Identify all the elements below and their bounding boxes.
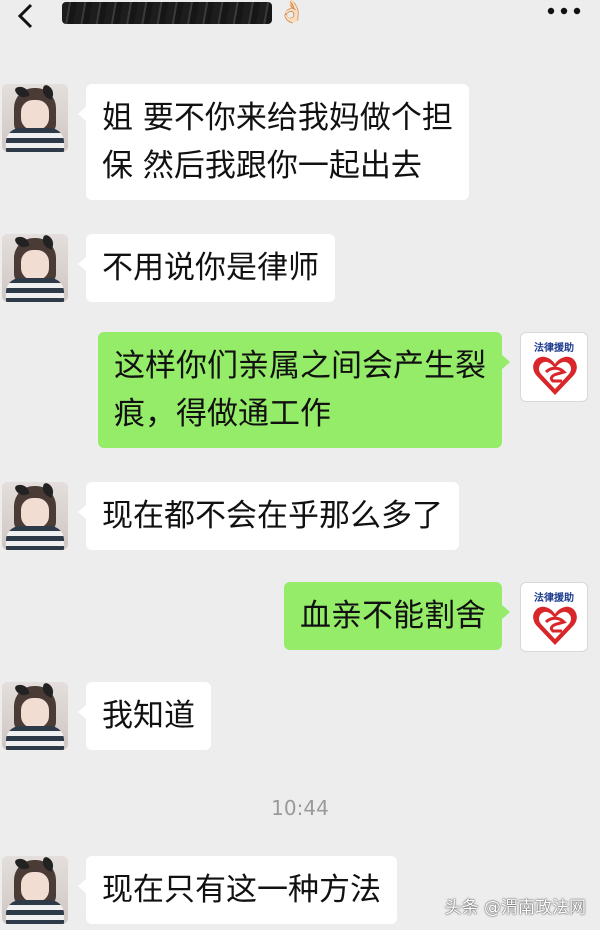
heart-logo-icon xyxy=(533,606,577,645)
message-line: 现在只有这一种方法 xyxy=(102,872,381,908)
legal-aid-logo-text: 法律援助 xyxy=(534,343,574,354)
message-line: 不用说你是律师 xyxy=(102,250,319,286)
message-line: 姐 要不你来给我妈做个担 xyxy=(102,100,453,136)
back-button[interactable] xyxy=(8,0,42,34)
message-bubble[interactable]: 不用说你是律师 xyxy=(78,234,335,302)
message-line: 这样你们亲属之间会产生裂 xyxy=(114,348,486,384)
message-line: 现在都不会在乎那么多了 xyxy=(102,498,443,534)
message-timestamp: 10:44 xyxy=(271,796,329,820)
message-line: 痕，得做通工作 xyxy=(114,396,331,432)
message-bubble[interactable]: 血亲不能割舍 xyxy=(284,582,510,650)
chat-header: 👌🏻 xyxy=(0,0,600,58)
message-bubble[interactable]: 现在都不会在乎那么多了 xyxy=(78,482,459,550)
message-line: 保 然后我跟你一起出去 xyxy=(102,148,422,184)
watermark: 头条 @渭南政法网 xyxy=(444,898,586,918)
message-outgoing: 血亲不能割舍 法律援助 xyxy=(284,582,588,652)
redacted-contact-name xyxy=(62,2,272,24)
legal-aid-avatar[interactable]: 法律援助 xyxy=(520,582,588,652)
message-incoming: 现在只有这一种方法 xyxy=(2,856,397,924)
legal-aid-avatar[interactable]: 法律援助 xyxy=(520,332,588,402)
message-line: 血亲不能割舍 xyxy=(300,598,486,634)
legal-aid-logo-text: 法律援助 xyxy=(534,593,574,604)
message-incoming: 我知道 xyxy=(2,682,211,750)
message-incoming: 现在都不会在乎那么多了 xyxy=(2,482,459,550)
avatar[interactable] xyxy=(2,482,68,550)
message-bubble[interactable]: 这样你们亲属之间会产生裂 痕，得做通工作 xyxy=(98,332,510,448)
message-line: 我知道 xyxy=(102,698,195,734)
heart-logo-icon xyxy=(533,356,577,395)
message-bubble[interactable]: 姐 要不你来给我妈做个担 保 然后我跟你一起出去 xyxy=(78,84,469,200)
message-incoming: 不用说你是律师 xyxy=(2,234,335,302)
more-options-button[interactable] xyxy=(544,0,584,22)
avatar[interactable] xyxy=(2,234,68,302)
message-outgoing: 这样你们亲属之间会产生裂 痕，得做通工作 法律援助 xyxy=(98,332,588,448)
message-bubble[interactable]: 我知道 xyxy=(78,682,211,750)
avatar[interactable] xyxy=(2,84,68,152)
chat-title: 👌🏻 xyxy=(62,0,322,26)
chevron-left-icon xyxy=(17,3,33,29)
message-incoming: 姐 要不你来给我妈做个担 保 然后我跟你一起出去 xyxy=(2,84,469,200)
avatar[interactable] xyxy=(2,682,68,750)
ellipsis-icon xyxy=(547,7,581,15)
message-bubble[interactable]: 现在只有这一种方法 xyxy=(78,856,397,924)
ok-hand-emoji: 👌🏻 xyxy=(278,0,306,25)
avatar[interactable] xyxy=(2,856,68,924)
